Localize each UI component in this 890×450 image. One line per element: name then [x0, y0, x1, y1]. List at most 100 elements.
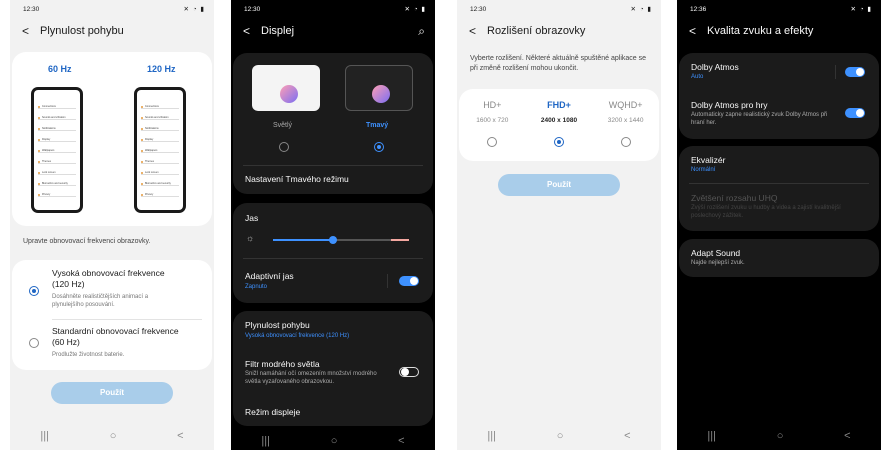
back-nav-icon[interactable]: < [177, 430, 183, 444]
preview-list-row: Privacy [141, 193, 179, 197]
label-60hz: 60 Hz [48, 64, 72, 74]
resolution-radio[interactable] [553, 137, 564, 147]
recents-icon[interactable]: ||| [487, 430, 496, 444]
dark-theme-label: Tmavý [366, 122, 389, 129]
preview-dot-icon [141, 106, 143, 108]
preview-row-label: Wallpapers [145, 149, 158, 152]
recents-icon[interactable]: ||| [40, 430, 49, 444]
preview-row-label: Privacy [42, 193, 51, 196]
adaptive-brightness-state: Zapnuto [245, 284, 268, 290]
home-icon[interactable]: ○ [777, 430, 784, 444]
blue-light-filter-desc: Snižl namáhání očí omezením množství mod… [245, 371, 377, 385]
light-theme-preview[interactable] [252, 65, 320, 111]
app-header: < Plynulost pohybu [22, 22, 204, 40]
preview-row-label: Notifications [42, 127, 56, 130]
option-high-refresh[interactable]: Vysoká obnovovací frekvence (120 Hz) Dos… [12, 266, 212, 321]
page-title: Kvalita zvuku a efekty [707, 25, 814, 37]
recents-icon[interactable]: ||| [707, 430, 716, 444]
back-arrow-icon[interactable]: < [689, 24, 707, 38]
home-icon[interactable]: ○ [557, 430, 564, 444]
preview-row-label: Themes [42, 160, 52, 163]
divider [243, 258, 423, 259]
resolution-name: HD+ [483, 100, 502, 110]
dolby-atmos-label[interactable]: Dolby Atmos [691, 62, 739, 72]
equalizer-label[interactable]: Ekvalizér [691, 155, 725, 165]
blue-light-toggle[interactable] [399, 367, 419, 377]
dark-mode-settings[interactable]: Nastavení Tmavého režimu [245, 174, 349, 184]
back-nav-icon[interactable]: < [844, 430, 850, 444]
status-icons: ✕ ◔ ▮ [404, 6, 426, 13]
motion-smoothness-label[interactable]: Plynulost pohybu [245, 320, 310, 330]
search-icon[interactable]: ⌕ [418, 24, 425, 39]
adaptive-brightness-toggle[interactable] [399, 276, 419, 286]
adapt-sound-card[interactable]: Adapt Sound Najde nejlepší zvuk. [679, 239, 879, 277]
radio-high[interactable] [29, 286, 39, 296]
adapt-sound-label[interactable]: Adapt Sound [691, 248, 740, 258]
status-bar: 12:30 ✕ ◔ ▮ [470, 4, 652, 14]
preview-row-label: Lock screen [145, 171, 159, 174]
preview-list-row: Display [38, 138, 76, 142]
nav-bar: ||| ○ < [10, 430, 214, 444]
uhq-label: Zvětšení rozsahu UHQ [691, 193, 778, 203]
resolution-radio[interactable] [487, 137, 498, 147]
preview-row-label: Biometrics and security [145, 182, 171, 185]
brightness-thumb[interactable] [328, 236, 337, 244]
dolby-atmos-toggle[interactable] [845, 67, 865, 77]
resolution-option[interactable]: HD+ 1600 x 720 [462, 89, 522, 161]
blue-light-filter-label[interactable]: Filtr modrého světla [245, 359, 320, 369]
screen-mode-label[interactable]: Režim displeje [245, 407, 300, 417]
status-time: 12:30 [470, 5, 487, 13]
radio-dark[interactable] [374, 142, 384, 152]
resolution-option[interactable]: WQHD+ 3200 x 1440 [596, 89, 656, 161]
brightness-slider[interactable] [273, 236, 409, 244]
preview-list-row: Privacy [38, 193, 76, 197]
preview-phone-60: Connections Sounds and vibration Notificat… [31, 87, 83, 213]
label-120hz: 120 Hz [147, 64, 176, 74]
resolution-radio[interactable] [620, 137, 631, 147]
preview-row-label: Notifications [145, 127, 159, 130]
back-nav-icon[interactable]: < [398, 435, 404, 450]
preview-dot-icon [141, 183, 143, 185]
dolby-games-label[interactable]: Dolby Atmos pro hry [691, 100, 768, 110]
option-std-refresh[interactable]: Standardní obnovovací frekvence (60 Hz) … [12, 322, 212, 366]
preview-row-label: Display [42, 138, 51, 141]
nav-bar: ||| ○ < [457, 430, 661, 444]
screen-resolution: 12:30 ✕ ◔ ▮ < Rozlišení obrazovky Vybert… [457, 0, 661, 450]
resolution-value: 3200 x 1440 [607, 117, 644, 124]
dolby-games-toggle[interactable] [845, 108, 865, 118]
radio-light[interactable] [279, 142, 289, 152]
preview-row-label: Biometrics and security [42, 182, 68, 185]
back-arrow-icon[interactable]: < [22, 24, 40, 38]
preview-dot-icon [141, 161, 143, 163]
preview-row-label: Display [145, 138, 154, 141]
recents-icon[interactable]: ||| [261, 435, 270, 450]
preview-list-row: Lock screen [38, 171, 76, 175]
display-options-card: Plynulost pohybu Vysoká obnovovací frekv… [233, 311, 433, 426]
uhq-desc: Zvýší rozlišení zvuku u hudby a videa a … [691, 205, 841, 219]
screen-sound-quality: 12:36 ✕ ◔ ▮ < Kvalita zvuku a efekty Dol… [677, 0, 881, 450]
preview-list-row: Themes [38, 160, 76, 164]
back-nav-icon[interactable]: < [624, 430, 630, 444]
resolution-value: 2400 x 1080 [540, 117, 578, 124]
preview-phone-120: Connections Sounds and vibration Notificat… [134, 87, 186, 213]
preview-dot-icon [141, 117, 143, 119]
dark-theme-preview[interactable] [345, 65, 413, 111]
back-arrow-icon[interactable]: < [243, 24, 261, 38]
divider [387, 274, 388, 288]
equalizer-card: Ekvalizér Normální Zvětšení rozsahu UHQ … [679, 146, 879, 231]
preview-card: 60 Hz 120 Hz Connections Sounds and vibra… [12, 52, 212, 226]
back-arrow-icon[interactable]: < [469, 24, 487, 38]
home-icon[interactable]: ○ [331, 435, 338, 450]
apply-button[interactable]: Použít [51, 382, 173, 404]
preview-list-row: Wallpapers [38, 149, 76, 153]
preview-list-row: Display [141, 138, 179, 142]
resolution-desc: Vyberte rozlišení. Některé aktuálně spuš… [470, 55, 647, 72]
preview-dot-icon [141, 172, 143, 174]
home-icon[interactable]: ○ [110, 430, 117, 444]
resolution-option[interactable]: FHD+ 2400 x 1080 [529, 89, 589, 161]
app-header: < Rozlišení obrazovky [469, 22, 651, 40]
apply-button[interactable]: Použít [498, 174, 620, 196]
brightness-fill [273, 239, 333, 241]
option-high-title: Vysoká obnovovací frekvence (120 Hz) [52, 268, 165, 289]
radio-std[interactable] [29, 338, 39, 348]
